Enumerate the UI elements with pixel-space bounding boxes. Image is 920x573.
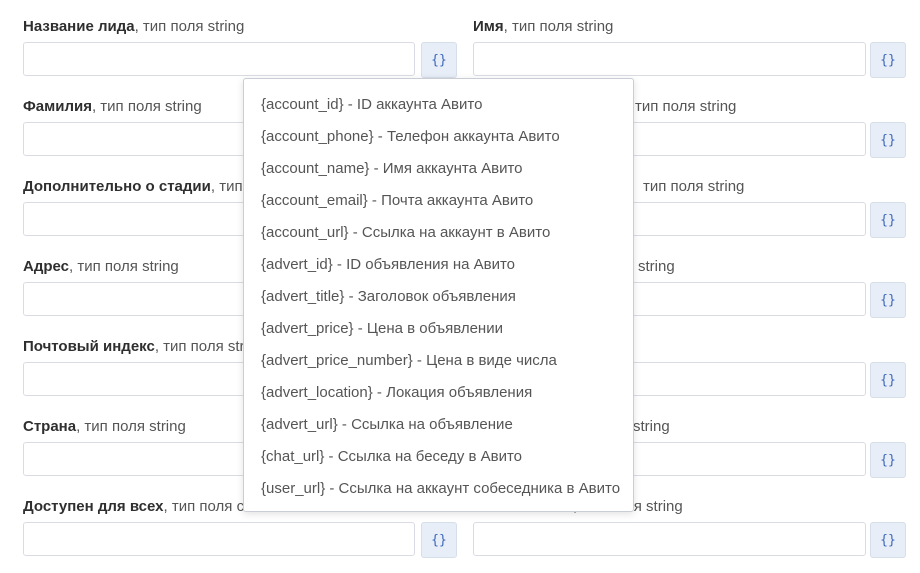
dropdown-item-advert-id[interactable]: {advert_id} - ID объявления на Авито — [261, 253, 515, 277]
dropdown-item-account-email[interactable]: {account_email} - Почта аккаунта Авито — [261, 189, 533, 213]
field-label: Название лида, тип поля string — [23, 18, 245, 35]
field-label: Имя, тип поля string — [473, 18, 614, 35]
field-label: Страна, тип поля string — [23, 418, 186, 435]
dropdown-item-account-url[interactable]: {account_url} - Ссылка на аккаунт в Авит… — [261, 221, 550, 245]
insert-variable-button[interactable]: {} — [421, 522, 457, 558]
insert-variable-button[interactable]: {} — [870, 522, 906, 558]
right-7-input[interactable] — [473, 522, 866, 556]
first-name-input[interactable] — [473, 42, 866, 76]
field-label: string — [633, 418, 670, 435]
field-label: Почтовый индекс, тип поля string — [23, 338, 265, 355]
field-first-name: Имя, тип поля string {} — [473, 0, 908, 80]
insert-variable-button[interactable]: {} — [870, 282, 906, 318]
field-label: Адрес, тип поля string — [23, 258, 179, 275]
dropdown-item-advert-location[interactable]: {advert_location} - Локация объявления — [261, 381, 532, 405]
dropdown-item-account-phone[interactable]: {account_phone} - Телефон аккаунта Авито — [261, 125, 560, 149]
insert-variable-button[interactable]: {} — [421, 42, 457, 78]
field-label: тип поля string — [635, 98, 737, 115]
dropdown-item-advert-price-number[interactable]: {advert_price_number} - Цена в виде числ… — [261, 349, 557, 373]
field-label: Доступен для всех, тип поля char — [23, 498, 266, 515]
available-for-all-input[interactable] — [23, 522, 415, 556]
dropdown-item-advert-title[interactable]: {advert_title} - Заголовок объявления — [261, 285, 516, 309]
dropdown-item-advert-price[interactable]: {advert_price} - Цена в объявлении — [261, 317, 503, 341]
insert-variable-button[interactable]: {} — [870, 202, 906, 238]
field-label: тип поля string — [643, 178, 745, 195]
dropdown-item-chat-url[interactable]: {chat_url} - Ссылка на беседу в Авито — [261, 445, 522, 469]
insert-variable-button[interactable]: {} — [870, 362, 906, 398]
field-label: string — [638, 258, 675, 275]
variables-dropdown: {account_id} - ID аккаунта Авито {accoun… — [243, 78, 634, 512]
field-label: Фамилия, тип поля string — [23, 98, 202, 115]
field-lead-title: Название лида, тип поля string {} — [23, 0, 458, 80]
lead-title-input[interactable] — [23, 42, 415, 76]
dropdown-item-account-name[interactable]: {account_name} - Имя аккаунта Авито — [261, 157, 523, 181]
insert-variable-button[interactable]: {} — [870, 122, 906, 158]
dropdown-item-account-id[interactable]: {account_id} - ID аккаунта Авито — [261, 93, 482, 117]
dropdown-item-advert-url[interactable]: {advert_url} - Ссылка на объявление — [261, 413, 513, 437]
insert-variable-button[interactable]: {} — [870, 442, 906, 478]
insert-variable-button[interactable]: {} — [870, 42, 906, 78]
dropdown-item-user-url[interactable]: {user_url} - Ссылка на аккаунт собеседни… — [261, 477, 620, 501]
